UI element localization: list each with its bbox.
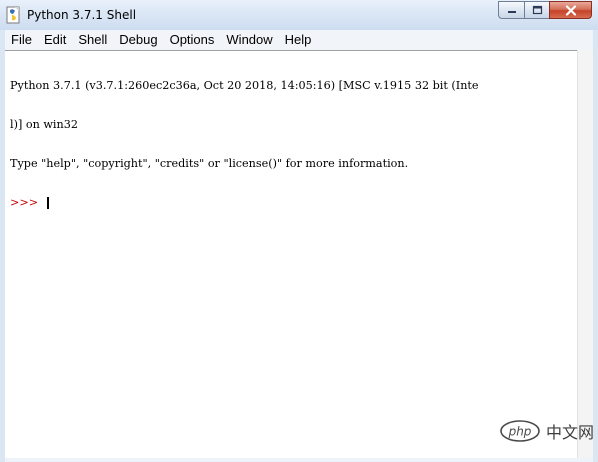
- shell-line: Python 3.7.1 (v3.7.1:260ec2c36a, Oct 20 …: [10, 79, 479, 92]
- title-bar[interactable]: Python 3.7.1 Shell: [0, 0, 598, 30]
- text-cursor: [46, 196, 49, 209]
- idle-shell-window: Python 3.7.1 Shell File Edit Shell Debug…: [0, 0, 598, 462]
- menu-file[interactable]: File: [5, 30, 38, 50]
- minimize-button[interactable]: [498, 1, 524, 19]
- watermark: php 中文网: [500, 416, 594, 446]
- python-idle-icon[interactable]: [6, 6, 22, 24]
- menu-help[interactable]: Help: [279, 30, 318, 50]
- window-title: Python 3.7.1 Shell: [27, 8, 137, 22]
- shell-line: l)] on win32: [10, 118, 78, 131]
- shell-line: Type "help", "copyright", "credits" or "…: [10, 157, 409, 170]
- prompt-line[interactable]: >>>: [10, 196, 479, 209]
- menu-edit[interactable]: Edit: [38, 30, 72, 50]
- menu-shell[interactable]: Shell: [72, 30, 113, 50]
- svg-text:php: php: [508, 425, 532, 439]
- menu-debug[interactable]: Debug: [113, 30, 163, 50]
- vertical-scrollbar[interactable]: [577, 50, 593, 458]
- caption-buttons: [498, 1, 592, 21]
- close-icon: [565, 4, 576, 16]
- close-button[interactable]: [549, 1, 592, 19]
- menu-bar: File Edit Shell Debug Options Window Hel…: [5, 30, 592, 50]
- menu-window[interactable]: Window: [220, 30, 278, 50]
- maximize-button[interactable]: [524, 1, 549, 19]
- shell-output: Python 3.7.1 (v3.7.1:260ec2c36a, Oct 20 …: [10, 53, 479, 235]
- php-logo-icon: php: [500, 420, 540, 442]
- menu-options[interactable]: Options: [164, 30, 221, 50]
- shell-text-area[interactable]: Python 3.7.1 (v3.7.1:260ec2c36a, Oct 20 …: [5, 50, 577, 458]
- minimize-icon: [507, 11, 516, 13]
- watermark-text: 中文网: [546, 423, 595, 442]
- window-frame-right: [593, 30, 598, 462]
- shell-prompt: >>>: [10, 196, 42, 209]
- maximize-icon: [532, 5, 542, 15]
